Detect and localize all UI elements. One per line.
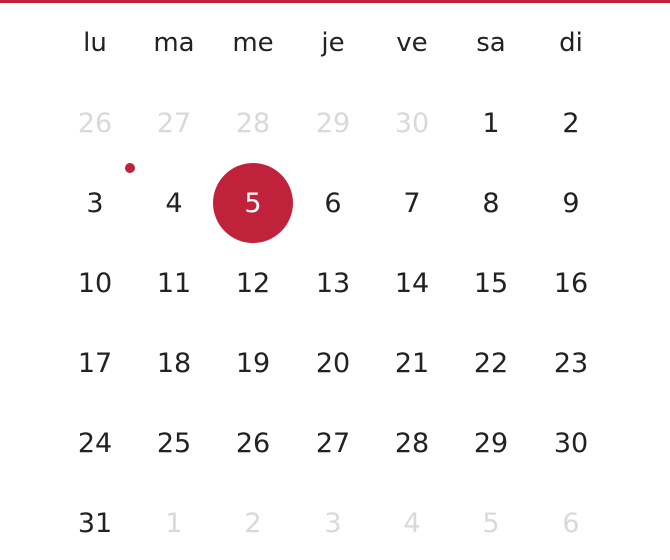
day-number: 9 bbox=[562, 187, 580, 219]
weekday-label: sa bbox=[476, 28, 506, 58]
day-cell[interactable]: 12 bbox=[213, 243, 293, 323]
day-number: 26 bbox=[77, 107, 113, 139]
day-cell[interactable]: 3 bbox=[55, 163, 135, 243]
day-number: 11 bbox=[156, 267, 192, 299]
day-cell[interactable]: 29 bbox=[451, 403, 531, 483]
day-cell[interactable]: 21 bbox=[372, 323, 452, 403]
day-cell[interactable]: 2 bbox=[213, 483, 293, 560]
day-number: 19 bbox=[235, 347, 271, 379]
day-number: 13 bbox=[315, 267, 351, 299]
day-number: 25 bbox=[156, 427, 192, 459]
day-cell[interactable]: 28 bbox=[372, 403, 452, 483]
day-cell[interactable]: 19 bbox=[213, 323, 293, 403]
day-cell[interactable]: 27 bbox=[134, 83, 214, 163]
day-cell[interactable]: 6 bbox=[293, 163, 373, 243]
day-number: 24 bbox=[77, 427, 113, 459]
day-number: 4 bbox=[165, 187, 183, 219]
weekday-header-row: lu ma me je ve sa di bbox=[0, 3, 670, 83]
day-number: 28 bbox=[394, 427, 430, 459]
day-number: 5 bbox=[482, 507, 500, 539]
day-number: 28 bbox=[235, 107, 271, 139]
weekday-label: lu bbox=[83, 28, 107, 58]
day-number: 17 bbox=[77, 347, 113, 379]
day-number: 31 bbox=[77, 507, 113, 539]
day-cell[interactable]: 30 bbox=[531, 403, 611, 483]
day-cell[interactable]: 9 bbox=[531, 163, 611, 243]
day-cell[interactable]: 31 bbox=[55, 483, 135, 560]
day-number: 18 bbox=[156, 347, 192, 379]
weekday-label: di bbox=[559, 28, 583, 58]
day-cell[interactable]: 15 bbox=[451, 243, 531, 323]
weekday-label: je bbox=[321, 28, 345, 58]
day-cell[interactable]: 16 bbox=[531, 243, 611, 323]
day-cell[interactable]: 1 bbox=[134, 483, 214, 560]
day-number: 27 bbox=[315, 427, 351, 459]
day-cell[interactable]: 29 bbox=[293, 83, 373, 163]
day-cell-selected[interactable]: 5 bbox=[213, 163, 293, 243]
day-cell[interactable]: 3 bbox=[293, 483, 373, 560]
day-number: 7 bbox=[403, 187, 421, 219]
day-cell[interactable]: 11 bbox=[134, 243, 214, 323]
day-cell[interactable]: 8 bbox=[451, 163, 531, 243]
day-cell[interactable]: 4 bbox=[134, 163, 214, 243]
day-number: 3 bbox=[324, 507, 342, 539]
day-cell[interactable]: 28 bbox=[213, 83, 293, 163]
day-number: 4 bbox=[403, 507, 421, 539]
day-number: 30 bbox=[394, 107, 430, 139]
day-number: 5 bbox=[244, 187, 262, 219]
day-number: 29 bbox=[473, 427, 509, 459]
weekday-label: ve bbox=[396, 28, 428, 58]
day-number: 21 bbox=[394, 347, 430, 379]
day-number: 3 bbox=[86, 187, 104, 219]
day-number: 8 bbox=[482, 187, 500, 219]
day-cell[interactable]: 4 bbox=[372, 483, 452, 560]
day-number: 20 bbox=[315, 347, 351, 379]
day-cell[interactable]: 13 bbox=[293, 243, 373, 323]
day-cell[interactable]: 18 bbox=[134, 323, 214, 403]
day-cell[interactable]: 10 bbox=[55, 243, 135, 323]
day-number: 6 bbox=[324, 187, 342, 219]
day-number: 2 bbox=[244, 507, 262, 539]
weekday-label: ma bbox=[153, 28, 195, 58]
day-cell[interactable]: 17 bbox=[55, 323, 135, 403]
day-cell[interactable]: 24 bbox=[55, 403, 135, 483]
day-cell[interactable]: 7 bbox=[372, 163, 452, 243]
day-number: 27 bbox=[156, 107, 192, 139]
day-number: 10 bbox=[77, 267, 113, 299]
day-number: 6 bbox=[562, 507, 580, 539]
day-cell[interactable]: 27 bbox=[293, 403, 373, 483]
day-number: 16 bbox=[553, 267, 589, 299]
day-number: 1 bbox=[482, 107, 500, 139]
day-number: 1 bbox=[165, 507, 183, 539]
day-number: 22 bbox=[473, 347, 509, 379]
day-cell[interactable]: 26 bbox=[55, 83, 135, 163]
weekday-label: me bbox=[232, 28, 274, 58]
day-number: 12 bbox=[235, 267, 271, 299]
day-number: 23 bbox=[553, 347, 589, 379]
day-number: 26 bbox=[235, 427, 271, 459]
day-cell[interactable]: 25 bbox=[134, 403, 214, 483]
day-cell[interactable]: 5 bbox=[451, 483, 531, 560]
day-number: 14 bbox=[394, 267, 430, 299]
day-cell[interactable]: 20 bbox=[293, 323, 373, 403]
day-cell[interactable]: 22 bbox=[451, 323, 531, 403]
day-cell[interactable]: 2 bbox=[531, 83, 611, 163]
day-cell[interactable]: 30 bbox=[372, 83, 452, 163]
day-cell[interactable]: 6 bbox=[531, 483, 611, 560]
day-cell[interactable]: 14 bbox=[372, 243, 452, 323]
day-cell[interactable]: 23 bbox=[531, 323, 611, 403]
day-cell[interactable]: 1 bbox=[451, 83, 531, 163]
day-number: 29 bbox=[315, 107, 351, 139]
day-number: 30 bbox=[553, 427, 589, 459]
day-cell[interactable]: 26 bbox=[213, 403, 293, 483]
day-number: 15 bbox=[473, 267, 509, 299]
day-number: 2 bbox=[562, 107, 580, 139]
